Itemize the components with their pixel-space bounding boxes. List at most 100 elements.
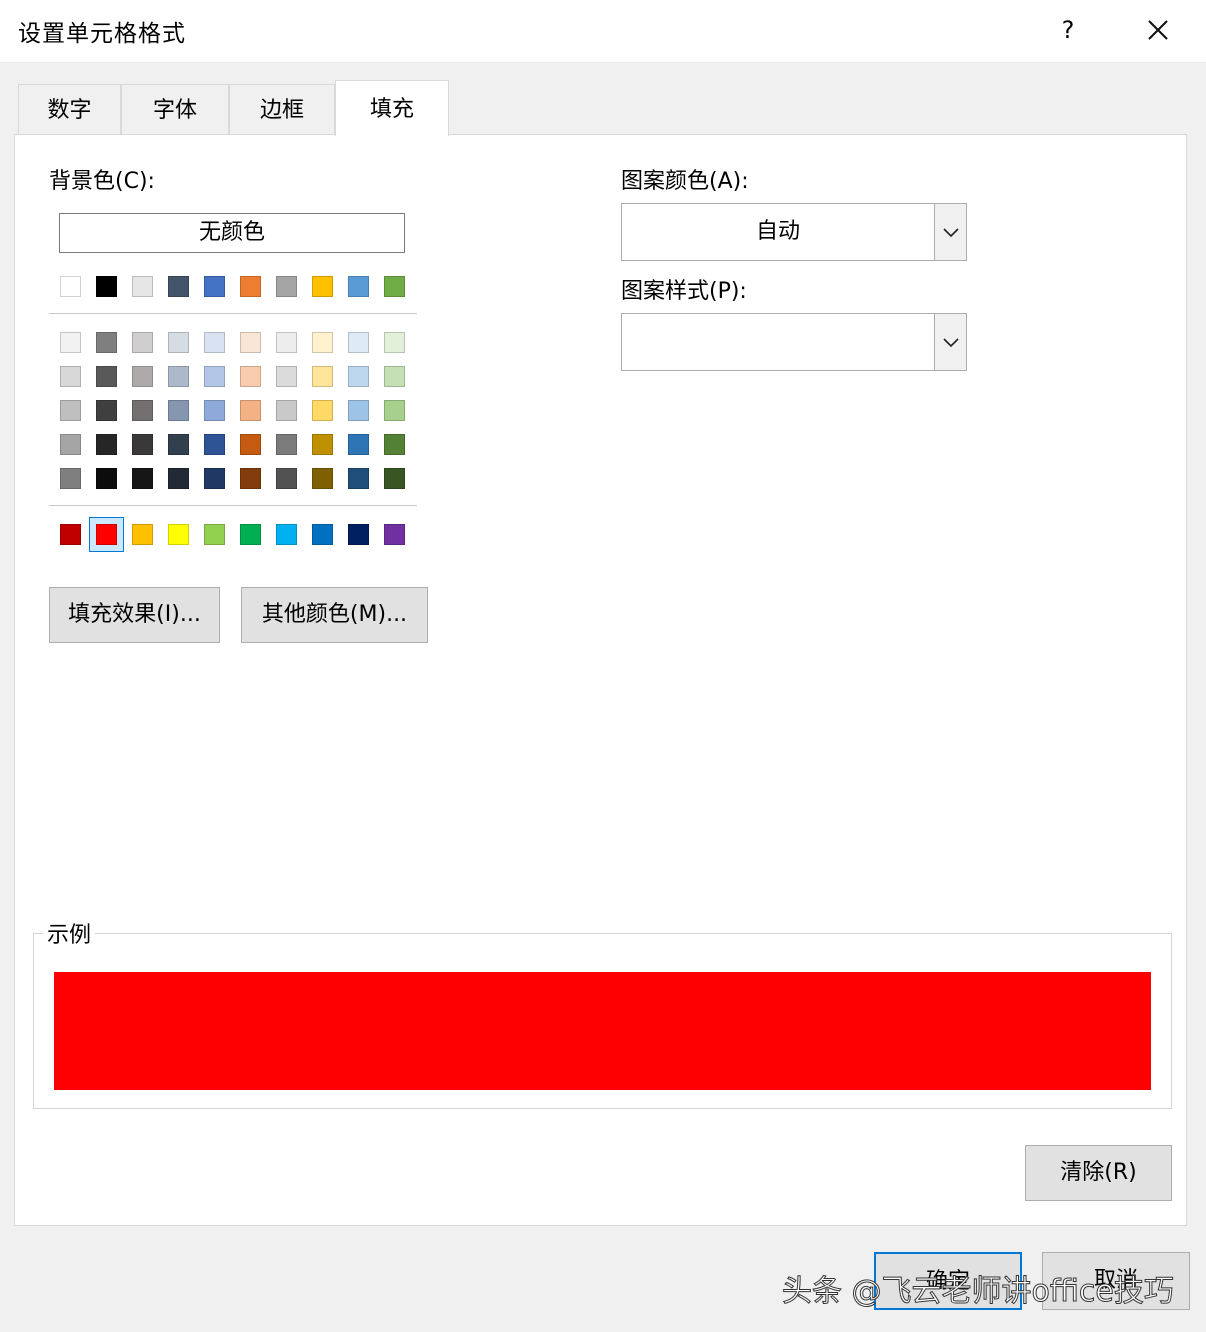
sample-label: 示例 [43,917,96,949]
pattern-style-dropdown[interactable] [621,313,967,371]
tint-color-swatch[interactable] [132,434,153,455]
theme-color-swatch[interactable] [96,276,117,297]
dropdown-arrow[interactable] [934,204,966,260]
tint-color-swatch[interactable] [384,468,405,489]
standard-color-swatch[interactable] [204,524,225,545]
pattern-style-value [622,314,934,370]
tint-color-swatch[interactable] [348,400,369,421]
tint-color-swatch[interactable] [312,332,333,353]
watermark-text: 头条 @飞云老师讲office技巧 [782,1274,1175,1310]
standard-color-swatch[interactable] [60,524,81,545]
tint-color-swatch[interactable] [204,366,225,387]
tint-color-swatch[interactable] [132,468,153,489]
tint-color-swatch[interactable] [204,434,225,455]
theme-color-swatch[interactable] [276,276,297,297]
standard-color-swatch[interactable] [276,524,297,545]
palette-divider [49,505,417,506]
tint-color-swatch[interactable] [168,434,189,455]
tint-color-swatch[interactable] [60,366,81,387]
theme-color-swatch[interactable] [384,276,405,297]
tint-color-swatch[interactable] [60,434,81,455]
tint-color-swatch[interactable] [384,434,405,455]
standard-color-swatch[interactable] [132,524,153,545]
tint-color-swatch[interactable] [276,400,297,421]
more-colors-button[interactable]: 其他颜色(M)... [241,587,428,643]
tab-border[interactable]: 边框 [229,84,335,134]
theme-color-swatch[interactable] [312,276,333,297]
theme-color-swatch[interactable] [348,276,369,297]
tint-color-swatch[interactable] [348,366,369,387]
close-button[interactable] [1140,12,1176,48]
tint-color-swatch[interactable] [384,332,405,353]
tab-font[interactable]: 字体 [121,84,229,134]
tint-color-swatch[interactable] [96,366,117,387]
tint-color-swatch[interactable] [168,332,189,353]
standard-color-swatch[interactable] [168,524,189,545]
tint-color-swatch[interactable] [204,400,225,421]
standard-color-swatch[interactable] [348,524,369,545]
tint-color-swatch[interactable] [168,468,189,489]
tint-color-swatch[interactable] [132,332,153,353]
fill-panel: 背景色(C): 无颜色 填充效果(I)... 其他颜色(M)... 图案颜色(A… [14,134,1187,1226]
tint-color-swatch[interactable] [60,400,81,421]
theme-color-swatch[interactable] [168,276,189,297]
standard-color-swatch[interactable] [312,524,333,545]
clear-button[interactable]: 清除(R) [1025,1145,1172,1201]
tint-color-swatch[interactable] [168,366,189,387]
help-button[interactable]: ? [1052,12,1084,48]
tab-fill[interactable]: 填充 [335,80,449,136]
sample-preview [54,972,1151,1090]
pattern-color-dropdown[interactable]: 自动 [621,203,967,261]
title-bar: 设置单元格格式 ? [0,0,1206,63]
dialog-title: 设置单元格格式 [18,21,186,47]
tint-color-swatch[interactable] [96,434,117,455]
tint-color-swatch[interactable] [96,400,117,421]
tint-color-swatch[interactable] [276,366,297,387]
tint-color-swatch[interactable] [204,332,225,353]
standard-color-swatch[interactable] [384,524,405,545]
tint-color-swatch[interactable] [348,332,369,353]
tint-color-swatch[interactable] [96,332,117,353]
background-color-label: 背景色(C): [49,169,155,194]
tint-color-swatch[interactable] [168,400,189,421]
palette-divider [49,313,417,314]
theme-color-swatch[interactable] [204,276,225,297]
pattern-color-value: 自动 [755,219,800,244]
tint-color-swatch[interactable] [60,468,81,489]
tint-color-swatch[interactable] [384,400,405,421]
tint-color-swatch[interactable] [312,366,333,387]
close-icon [1148,20,1168,40]
theme-color-swatch[interactable] [60,276,81,297]
theme-color-swatch[interactable] [240,276,261,297]
tint-color-swatch[interactable] [276,468,297,489]
tint-color-swatch[interactable] [384,366,405,387]
dropdown-arrow[interactable] [934,314,966,370]
tab-number[interactable]: 数字 [18,84,121,134]
standard-color-swatch[interactable] [96,524,117,545]
pattern-color-label: 图案颜色(A): [621,169,749,194]
tint-color-swatch[interactable] [132,400,153,421]
no-color-button[interactable]: 无颜色 [59,213,405,253]
tint-color-swatch[interactable] [240,468,261,489]
tint-color-swatch[interactable] [60,332,81,353]
chevron-down-icon [943,228,959,238]
tint-color-swatch[interactable] [312,468,333,489]
tint-color-swatch[interactable] [240,400,261,421]
fill-effects-button[interactable]: 填充效果(I)... [49,587,220,643]
tint-color-swatch[interactable] [132,366,153,387]
tint-color-swatch[interactable] [348,434,369,455]
chevron-down-icon [943,338,959,348]
tint-color-swatch[interactable] [276,332,297,353]
tint-color-swatch[interactable] [240,332,261,353]
tint-color-swatch[interactable] [204,468,225,489]
pattern-style-label: 图案样式(P): [621,279,747,304]
tint-color-swatch[interactable] [312,400,333,421]
tint-color-swatch[interactable] [348,468,369,489]
tint-color-swatch[interactable] [276,434,297,455]
tint-color-swatch[interactable] [96,468,117,489]
theme-color-swatch[interactable] [132,276,153,297]
standard-color-swatch[interactable] [240,524,261,545]
tint-color-swatch[interactable] [240,366,261,387]
tint-color-swatch[interactable] [240,434,261,455]
tint-color-swatch[interactable] [312,434,333,455]
